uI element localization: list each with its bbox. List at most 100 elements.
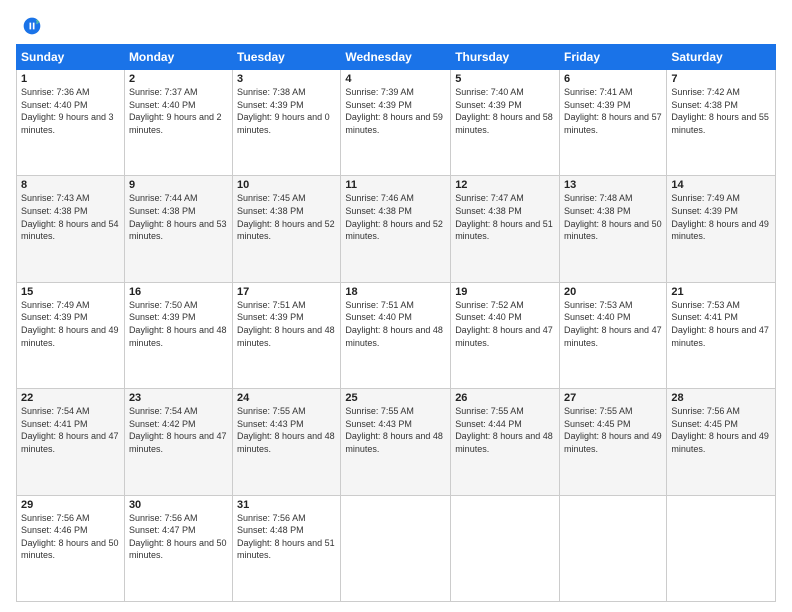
calendar-day-cell: 16 Sunrise: 7:50 AMSunset: 4:39 PMDaylig… (124, 282, 232, 388)
weekday-header: Wednesday (341, 45, 451, 70)
calendar-day-cell: 17 Sunrise: 7:51 AMSunset: 4:39 PMDaylig… (233, 282, 341, 388)
calendar-day-cell: 4 Sunrise: 7:39 AMSunset: 4:39 PMDayligh… (341, 70, 451, 176)
day-number: 13 (564, 179, 662, 191)
day-info: Sunrise: 7:45 AMSunset: 4:38 PMDaylight:… (237, 193, 335, 241)
calendar-day-cell: 1 Sunrise: 7:36 AMSunset: 4:40 PMDayligh… (17, 70, 125, 176)
day-info: Sunrise: 7:43 AMSunset: 4:38 PMDaylight:… (21, 193, 119, 241)
day-number: 7 (671, 73, 771, 85)
calendar-day-cell: 15 Sunrise: 7:49 AMSunset: 4:39 PMDaylig… (17, 282, 125, 388)
day-number: 11 (345, 179, 446, 191)
day-info: Sunrise: 7:51 AMSunset: 4:39 PMDaylight:… (237, 300, 335, 348)
calendar-day-cell: 2 Sunrise: 7:37 AMSunset: 4:40 PMDayligh… (124, 70, 232, 176)
day-number: 14 (671, 179, 771, 191)
calendar-day-cell: 12 Sunrise: 7:47 AMSunset: 4:38 PMDaylig… (451, 176, 560, 282)
day-info: Sunrise: 7:54 AMSunset: 4:42 PMDaylight:… (129, 406, 227, 454)
header (16, 16, 776, 36)
calendar-day-cell: 28 Sunrise: 7:56 AMSunset: 4:45 PMDaylig… (667, 389, 776, 495)
day-info: Sunrise: 7:40 AMSunset: 4:39 PMDaylight:… (455, 87, 553, 135)
weekday-header: Tuesday (233, 45, 341, 70)
day-number: 24 (237, 392, 336, 404)
calendar-day-cell (451, 495, 560, 601)
calendar-day-cell: 18 Sunrise: 7:51 AMSunset: 4:40 PMDaylig… (341, 282, 451, 388)
day-number: 28 (671, 392, 771, 404)
day-info: Sunrise: 7:51 AMSunset: 4:40 PMDaylight:… (345, 300, 443, 348)
calendar-day-cell: 30 Sunrise: 7:56 AMSunset: 4:47 PMDaylig… (124, 495, 232, 601)
day-info: Sunrise: 7:53 AMSunset: 4:41 PMDaylight:… (671, 300, 769, 348)
calendar-day-cell: 26 Sunrise: 7:55 AMSunset: 4:44 PMDaylig… (451, 389, 560, 495)
day-number: 22 (21, 392, 120, 404)
day-info: Sunrise: 7:47 AMSunset: 4:38 PMDaylight:… (455, 193, 553, 241)
calendar-day-cell: 22 Sunrise: 7:54 AMSunset: 4:41 PMDaylig… (17, 389, 125, 495)
day-number: 21 (671, 286, 771, 298)
weekday-header: Thursday (451, 45, 560, 70)
calendar-week-row: 15 Sunrise: 7:49 AMSunset: 4:39 PMDaylig… (17, 282, 776, 388)
day-number: 10 (237, 179, 336, 191)
calendar-day-cell: 7 Sunrise: 7:42 AMSunset: 4:38 PMDayligh… (667, 70, 776, 176)
day-number: 8 (21, 179, 120, 191)
calendar-day-cell: 31 Sunrise: 7:56 AMSunset: 4:48 PMDaylig… (233, 495, 341, 601)
calendar-day-cell: 29 Sunrise: 7:56 AMSunset: 4:46 PMDaylig… (17, 495, 125, 601)
calendar-day-cell: 27 Sunrise: 7:55 AMSunset: 4:45 PMDaylig… (560, 389, 667, 495)
day-info: Sunrise: 7:54 AMSunset: 4:41 PMDaylight:… (21, 406, 119, 454)
calendar-day-cell: 3 Sunrise: 7:38 AMSunset: 4:39 PMDayligh… (233, 70, 341, 176)
day-info: Sunrise: 7:49 AMSunset: 4:39 PMDaylight:… (21, 300, 119, 348)
day-info: Sunrise: 7:42 AMSunset: 4:38 PMDaylight:… (671, 87, 769, 135)
day-number: 5 (455, 73, 555, 85)
day-info: Sunrise: 7:37 AMSunset: 4:40 PMDaylight:… (129, 87, 222, 135)
day-number: 30 (129, 499, 228, 511)
day-info: Sunrise: 7:50 AMSunset: 4:39 PMDaylight:… (129, 300, 227, 348)
calendar-day-cell (560, 495, 667, 601)
calendar-table: SundayMondayTuesdayWednesdayThursdayFrid… (16, 44, 776, 602)
calendar-day-cell: 6 Sunrise: 7:41 AMSunset: 4:39 PMDayligh… (560, 70, 667, 176)
calendar-day-cell (341, 495, 451, 601)
calendar-day-cell: 21 Sunrise: 7:53 AMSunset: 4:41 PMDaylig… (667, 282, 776, 388)
day-info: Sunrise: 7:46 AMSunset: 4:38 PMDaylight:… (345, 193, 443, 241)
day-number: 4 (345, 73, 446, 85)
calendar-day-cell: 5 Sunrise: 7:40 AMSunset: 4:39 PMDayligh… (451, 70, 560, 176)
day-info: Sunrise: 7:55 AMSunset: 4:43 PMDaylight:… (345, 406, 443, 454)
day-info: Sunrise: 7:48 AMSunset: 4:38 PMDaylight:… (564, 193, 662, 241)
day-info: Sunrise: 7:52 AMSunset: 4:40 PMDaylight:… (455, 300, 553, 348)
calendar-week-row: 22 Sunrise: 7:54 AMSunset: 4:41 PMDaylig… (17, 389, 776, 495)
calendar-day-cell: 24 Sunrise: 7:55 AMSunset: 4:43 PMDaylig… (233, 389, 341, 495)
day-info: Sunrise: 7:38 AMSunset: 4:39 PMDaylight:… (237, 87, 330, 135)
calendar-day-cell: 19 Sunrise: 7:52 AMSunset: 4:40 PMDaylig… (451, 282, 560, 388)
day-info: Sunrise: 7:39 AMSunset: 4:39 PMDaylight:… (345, 87, 443, 135)
calendar-day-cell: 9 Sunrise: 7:44 AMSunset: 4:38 PMDayligh… (124, 176, 232, 282)
day-info: Sunrise: 7:56 AMSunset: 4:48 PMDaylight:… (237, 513, 335, 561)
day-number: 27 (564, 392, 662, 404)
day-number: 26 (455, 392, 555, 404)
weekday-header: Saturday (667, 45, 776, 70)
day-info: Sunrise: 7:55 AMSunset: 4:43 PMDaylight:… (237, 406, 335, 454)
day-number: 12 (455, 179, 555, 191)
calendar-day-cell: 20 Sunrise: 7:53 AMSunset: 4:40 PMDaylig… (560, 282, 667, 388)
weekday-header: Sunday (17, 45, 125, 70)
calendar-day-cell (667, 495, 776, 601)
day-info: Sunrise: 7:55 AMSunset: 4:45 PMDaylight:… (564, 406, 662, 454)
day-info: Sunrise: 7:44 AMSunset: 4:38 PMDaylight:… (129, 193, 227, 241)
calendar-week-row: 29 Sunrise: 7:56 AMSunset: 4:46 PMDaylig… (17, 495, 776, 601)
day-number: 18 (345, 286, 446, 298)
calendar-week-row: 8 Sunrise: 7:43 AMSunset: 4:38 PMDayligh… (17, 176, 776, 282)
day-number: 17 (237, 286, 336, 298)
day-number: 6 (564, 73, 662, 85)
logo (16, 16, 42, 36)
calendar-day-cell: 25 Sunrise: 7:55 AMSunset: 4:43 PMDaylig… (341, 389, 451, 495)
day-number: 23 (129, 392, 228, 404)
day-number: 20 (564, 286, 662, 298)
logo-text (16, 16, 42, 36)
calendar-day-cell: 8 Sunrise: 7:43 AMSunset: 4:38 PMDayligh… (17, 176, 125, 282)
logo-icon (22, 16, 42, 36)
calendar-day-cell: 23 Sunrise: 7:54 AMSunset: 4:42 PMDaylig… (124, 389, 232, 495)
calendar-week-row: 1 Sunrise: 7:36 AMSunset: 4:40 PMDayligh… (17, 70, 776, 176)
day-number: 15 (21, 286, 120, 298)
weekday-header: Monday (124, 45, 232, 70)
calendar-header-row: SundayMondayTuesdayWednesdayThursdayFrid… (17, 45, 776, 70)
day-info: Sunrise: 7:56 AMSunset: 4:46 PMDaylight:… (21, 513, 119, 561)
page: SundayMondayTuesdayWednesdayThursdayFrid… (0, 0, 792, 612)
day-number: 2 (129, 73, 228, 85)
day-info: Sunrise: 7:56 AMSunset: 4:45 PMDaylight:… (671, 406, 769, 454)
day-number: 19 (455, 286, 555, 298)
day-number: 3 (237, 73, 336, 85)
day-info: Sunrise: 7:56 AMSunset: 4:47 PMDaylight:… (129, 513, 227, 561)
